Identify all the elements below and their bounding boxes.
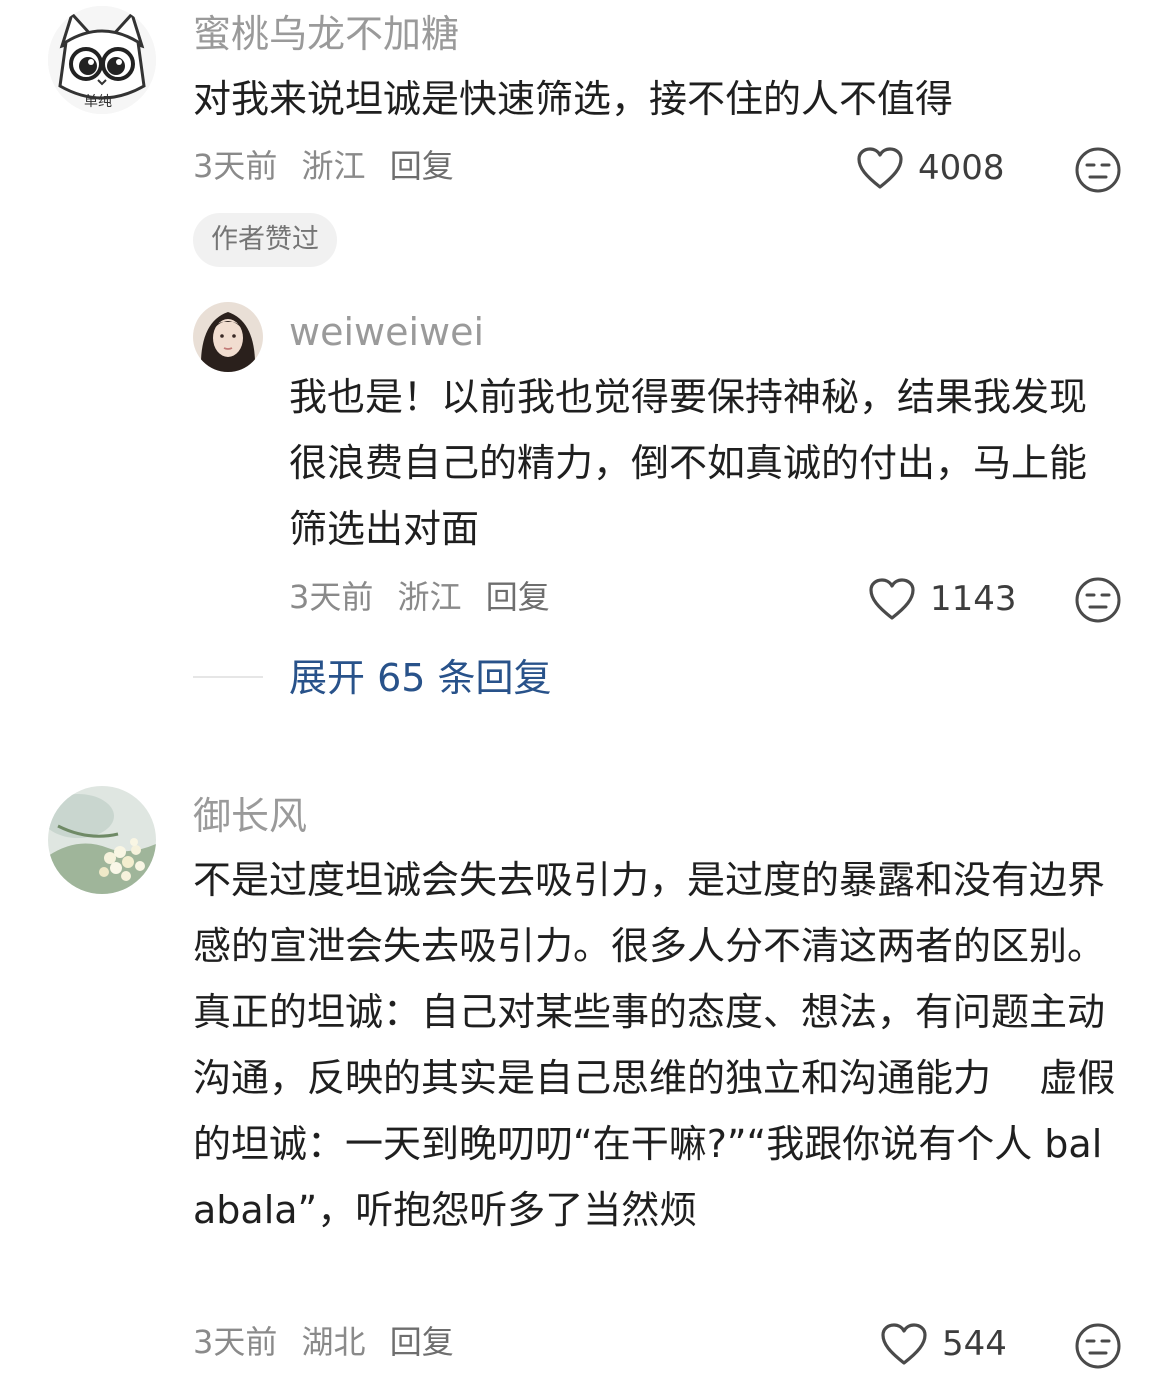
avatar-caption: 单纯 — [84, 94, 112, 110]
comment-location: 湖北 — [301, 1323, 366, 1361]
avatar-reply[interactable] — [193, 302, 263, 372]
comment-meta: 3天前 浙江 回复 — [193, 146, 454, 186]
reply-reaction-button[interactable] — [1074, 576, 1122, 628]
reply-location: 浙江 — [397, 578, 462, 616]
author-liked-badge: 作者赞过 — [193, 213, 337, 267]
reply-like-count: 1143 — [930, 579, 1017, 619]
reply-username[interactable]: weiweiwei — [289, 310, 484, 354]
neutral-face-icon — [1075, 1323, 1121, 1369]
comment-text: 不是过度坦诚会失去吸引力，是过度的暴露和没有边界感的宣泄会失去吸引力。很多人分不… — [193, 858, 1116, 1232]
heart-outline-icon — [857, 147, 903, 189]
like-button[interactable]: 4008 — [856, 146, 1005, 190]
comment-location: 浙江 — [301, 147, 366, 185]
comment-text: 对我来说坦诚是快速筛选，接不住的人不值得 — [193, 77, 954, 121]
heart-outline-icon — [869, 578, 915, 620]
reaction-button[interactable] — [1074, 146, 1122, 198]
neutral-face-icon — [1075, 147, 1121, 193]
expand-divider — [193, 676, 263, 678]
like-count: 544 — [942, 1324, 1007, 1364]
comment-username[interactable]: 御长风 — [193, 794, 307, 838]
reaction-button[interactable] — [1074, 1322, 1122, 1374]
reply-like-button[interactable]: 1143 — [868, 577, 1017, 621]
avatar-cat[interactable]: 单纯 — [48, 6, 156, 114]
reply-meta: 3天前 浙江 回复 — [289, 577, 550, 617]
comment-time: 3天前 — [193, 1323, 278, 1361]
avatar-flowers[interactable] — [48, 786, 156, 894]
flower-photo-icon — [48, 786, 156, 894]
neutral-face-icon — [1075, 577, 1121, 623]
like-button[interactable]: 544 — [880, 1322, 1007, 1366]
user-photo-icon — [193, 302, 263, 372]
reply-reply-button[interactable]: 回复 — [486, 578, 550, 616]
reply-button[interactable]: 回复 — [390, 1323, 454, 1361]
reply-text: 我也是！以前我也觉得要保持神秘，结果我发现很浪费自己的精力，倒不如真诚的付出，马… — [289, 375, 1088, 551]
comment-meta: 3天前 湖北 回复 — [193, 1322, 454, 1362]
reply-time: 3天前 — [289, 578, 374, 616]
reply-button[interactable]: 回复 — [390, 147, 454, 185]
like-count: 4008 — [918, 148, 1005, 188]
expand-replies-button[interactable]: 展开 65 条回复 — [289, 655, 552, 701]
heart-outline-icon — [881, 1323, 927, 1365]
comment-time: 3天前 — [193, 147, 278, 185]
comment-username[interactable]: 蜜桃乌龙不加糖 — [193, 12, 459, 56]
